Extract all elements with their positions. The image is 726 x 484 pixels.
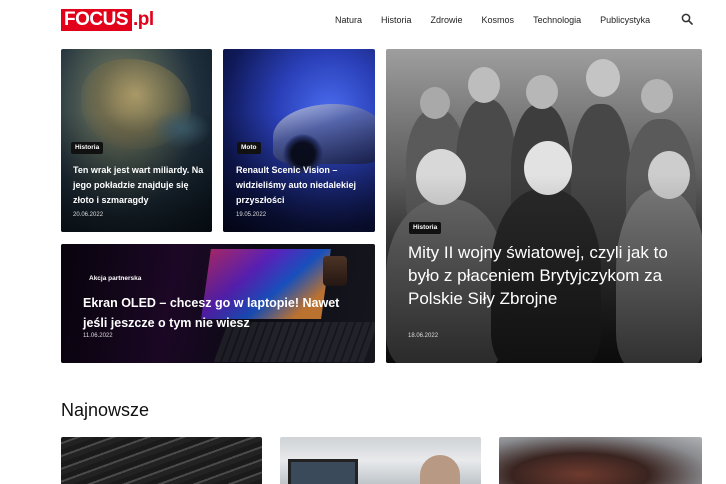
section-heading-latest: Najnowsze (61, 400, 150, 420)
article-title[interactable]: Ten wrak jest wart miliardy. Na jego pok… (73, 163, 208, 208)
latest-thumb-3[interactable] (499, 437, 702, 484)
article-date: 18.06.2022 (408, 333, 439, 339)
category-badge[interactable]: Historia (409, 222, 442, 234)
nav-item-technologia[interactable]: Technologia (533, 14, 581, 26)
article-card-oled[interactable]: Akcja partnerska Ekran OLED – chcesz go … (61, 244, 375, 363)
search-icon[interactable] (681, 13, 693, 25)
logo-wordmark: FOCUS (61, 9, 132, 31)
article-date: 20.06.2022 (73, 212, 104, 218)
logo-suffix: .pl (133, 9, 154, 30)
nav-item-zdrowie[interactable]: Zdrowie (431, 14, 463, 26)
category-badge[interactable]: Historia (71, 142, 104, 154)
nav-item-natura[interactable]: Natura (335, 14, 362, 26)
article-date: 19.05.2022 (236, 212, 267, 218)
latest-thumb-2[interactable] (280, 437, 481, 484)
article-date: 11.06.2022 (83, 333, 113, 339)
article-card-wreck[interactable]: Historia Ten wrak jest wart miliardy. Na… (61, 49, 212, 232)
category-badge[interactable]: Moto (237, 142, 261, 154)
article-title[interactable]: Ekran OLED – chcesz go w laptopie! Nawet… (83, 293, 353, 333)
article-card-renault[interactable]: Moto Renault Scenic Vision – widzieliśmy… (223, 49, 375, 232)
article-title[interactable]: Renault Scenic Vision – widzieliśmy auto… (236, 163, 371, 208)
site-logo[interactable]: FOCUS .pl (61, 9, 154, 31)
latest-thumb-1[interactable] (61, 437, 262, 484)
nav-item-kosmos[interactable]: Kosmos (482, 14, 515, 26)
category-badge[interactable]: Akcja partnerska (83, 273, 147, 285)
main-nav: Natura Historia Zdrowie Kosmos Technolog… (335, 14, 669, 26)
article-card-ww2[interactable]: Historia Mity II wojny światowej, czyli … (386, 49, 702, 363)
nav-item-historia[interactable]: Historia (381, 14, 412, 26)
article-title[interactable]: Mity II wojny światowej, czyli jak to by… (408, 241, 698, 310)
nav-item-publicystyka[interactable]: Publicystyka (600, 14, 650, 26)
